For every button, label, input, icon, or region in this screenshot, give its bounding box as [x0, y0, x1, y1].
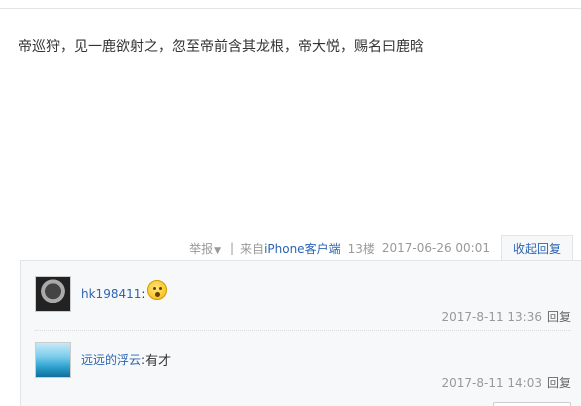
avatar[interactable]: [35, 276, 71, 312]
post-content: 帝巡狩，见一鹿欲射之，忽至帝前含其龙根，帝大悦，赐名曰鹿晗: [18, 39, 424, 55]
reply-button[interactable]: 回复: [547, 376, 571, 390]
post-meta-bar: 举报▼ | 来自iPhone客户端 13楼 2017-06-26 00:01 收…: [189, 235, 581, 261]
toggle-replies-button[interactable]: 收起回复: [501, 235, 573, 261]
caret-down-icon: ▼: [214, 245, 221, 256]
reply-button[interactable]: 回复: [547, 310, 571, 324]
surprised-emoji-icon: [147, 280, 168, 300]
post-source: 来自iPhone客户端: [240, 240, 341, 257]
top-divider: [0, 0, 581, 9]
report-link[interactable]: 举报▼: [189, 240, 221, 257]
reply-username[interactable]: 远远的浮云: [81, 351, 141, 368]
avatar[interactable]: [35, 342, 71, 378]
list-item: hk198411: 2017-8-11 13:36 回复: [35, 275, 571, 331]
reply-username[interactable]: hk198411: [81, 287, 141, 301]
reply-colon: :: [141, 287, 146, 301]
post-timestamp: 2017-06-26 00:01: [381, 241, 490, 255]
reply-meta: 2017-8-11 13:36 回复: [441, 308, 571, 325]
source-prefix: 来自: [240, 241, 265, 256]
reply-time: 2017-8-11 14:03: [441, 376, 542, 390]
report-label: 举报: [189, 241, 214, 256]
list-item: 远远的浮云: 有才 2017-8-11 14:03 回复: [35, 341, 571, 397]
reply-list: hk198411: 2017-8-11 13:36 回复 远远的浮云: 有才 201…: [20, 260, 581, 406]
floor-number: 13楼: [347, 241, 375, 256]
reply-text: hk198411:: [81, 280, 168, 304]
reply-time: 2017-8-11 13:36: [441, 310, 542, 324]
source-link[interactable]: iPhone客户端: [264, 242, 341, 256]
reply-body: 有才: [145, 354, 172, 369]
reply-meta: 2017-8-11 14:03 回复: [441, 374, 571, 391]
reply-text: 远远的浮云: 有才: [81, 350, 172, 370]
reply-input-button[interactable]: [493, 402, 571, 406]
separator: |: [230, 241, 235, 255]
